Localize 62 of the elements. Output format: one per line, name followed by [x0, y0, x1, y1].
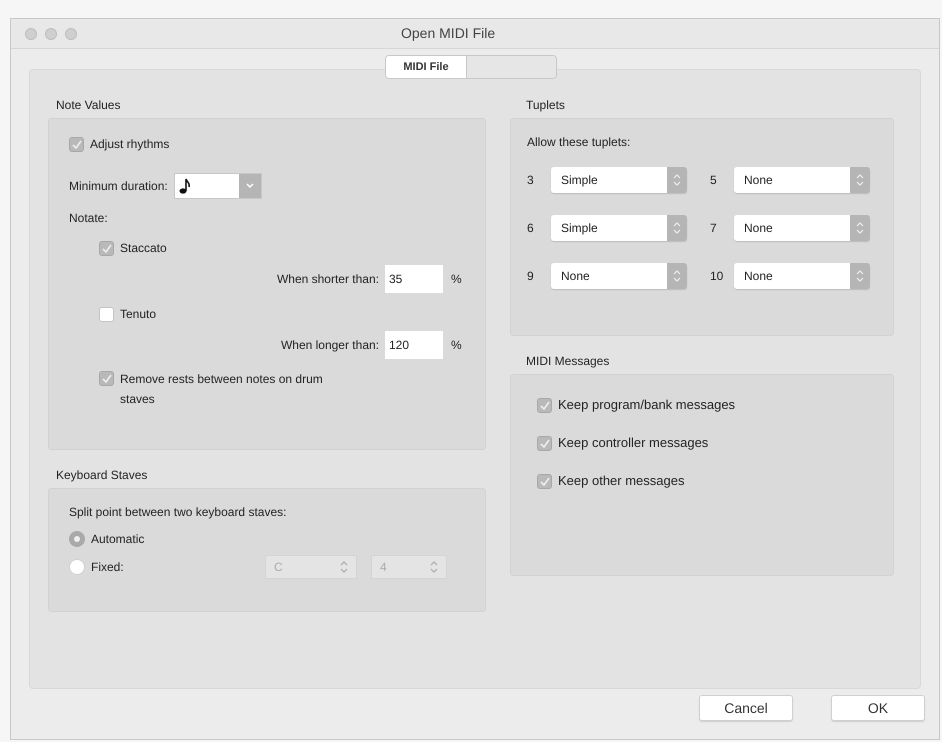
stepper-icon: [856, 270, 864, 282]
radio-label: Automatic: [91, 531, 146, 548]
stepper-icon: [856, 174, 864, 186]
tab[interactable]: MIDI File: [386, 56, 466, 78]
checkbox-label: Staccato: [120, 240, 167, 257]
checkbox[interactable]: [537, 436, 552, 450]
stepper-icon: [673, 174, 681, 186]
stepper-icon: [673, 270, 681, 282]
tuplet-number: 3: [527, 172, 535, 189]
checkbox-label: Keep program/bank messages: [558, 396, 736, 414]
stepper-icon: [856, 222, 864, 234]
window-title: Open MIDI File: [401, 24, 496, 43]
checkbox[interactable]: [99, 371, 114, 386]
input-field[interactable]: 120: [385, 331, 443, 359]
field-label: Minimum duration:: [69, 178, 168, 195]
field-label: When longer than:: [280, 337, 379, 354]
checkbox-label: Keep controller messages: [558, 434, 708, 452]
unit-label: %: [451, 271, 463, 288]
checkbox-label: Tenuto: [120, 306, 156, 323]
radio-button[interactable]: [69, 559, 85, 575]
section-label: Notate:: [69, 210, 109, 227]
checkbox[interactable]: [537, 474, 552, 488]
prompt-text: Split point between two keyboard staves:: [69, 504, 288, 521]
minimize-icon[interactable]: [45, 28, 57, 40]
checkbox[interactable]: [99, 306, 114, 322]
group-title: Tuplets: [526, 97, 566, 114]
field-label: When shorter than:: [276, 271, 379, 288]
stepper-icon: [430, 561, 438, 573]
eighth-note-icon: [178, 177, 191, 195]
checkbox[interactable]: [69, 136, 84, 152]
tuplet-number: 6: [527, 220, 535, 237]
group-title: MIDI Messages: [526, 353, 610, 370]
checkbox-label: Keep other messages: [558, 472, 684, 490]
radio-label: Fixed:: [91, 559, 125, 576]
close-icon[interactable]: [25, 28, 37, 40]
check-icon: [102, 374, 112, 383]
tuplet-number: 5: [710, 172, 718, 189]
tuplet-number: 10: [710, 268, 724, 285]
dialog-button[interactable]: OK: [831, 695, 925, 721]
input-field[interactable]: 35: [385, 265, 443, 293]
check-icon: [540, 476, 550, 486]
chevron-down-icon: [246, 183, 254, 189]
checkbox[interactable]: [99, 240, 114, 256]
note-dropdown[interactable]: [174, 173, 262, 199]
checkbox-label: Adjust rhythms: [90, 136, 170, 153]
dialog-button[interactable]: Cancel: [699, 695, 793, 721]
checkbox-label: Remove rests between notes on drum staves: [120, 371, 324, 408]
group-title: Note Values: [56, 97, 122, 114]
zoom-icon[interactable]: [65, 28, 77, 40]
stepper-icon: [340, 561, 348, 573]
check-icon: [540, 400, 550, 410]
prompt-text: Allow these tuplets:: [527, 134, 632, 151]
stepper-icon: [673, 222, 681, 234]
group-title: Keyboard Staves: [56, 467, 148, 484]
tuplet-number: 7: [710, 220, 718, 237]
check-icon: [540, 438, 550, 448]
unit-label: %: [451, 337, 463, 354]
tuplet-number: 9: [527, 268, 535, 285]
checkbox[interactable]: [537, 398, 552, 412]
radio-button[interactable]: [69, 531, 85, 547]
check-icon: [72, 140, 82, 148]
check-icon: [102, 244, 112, 252]
